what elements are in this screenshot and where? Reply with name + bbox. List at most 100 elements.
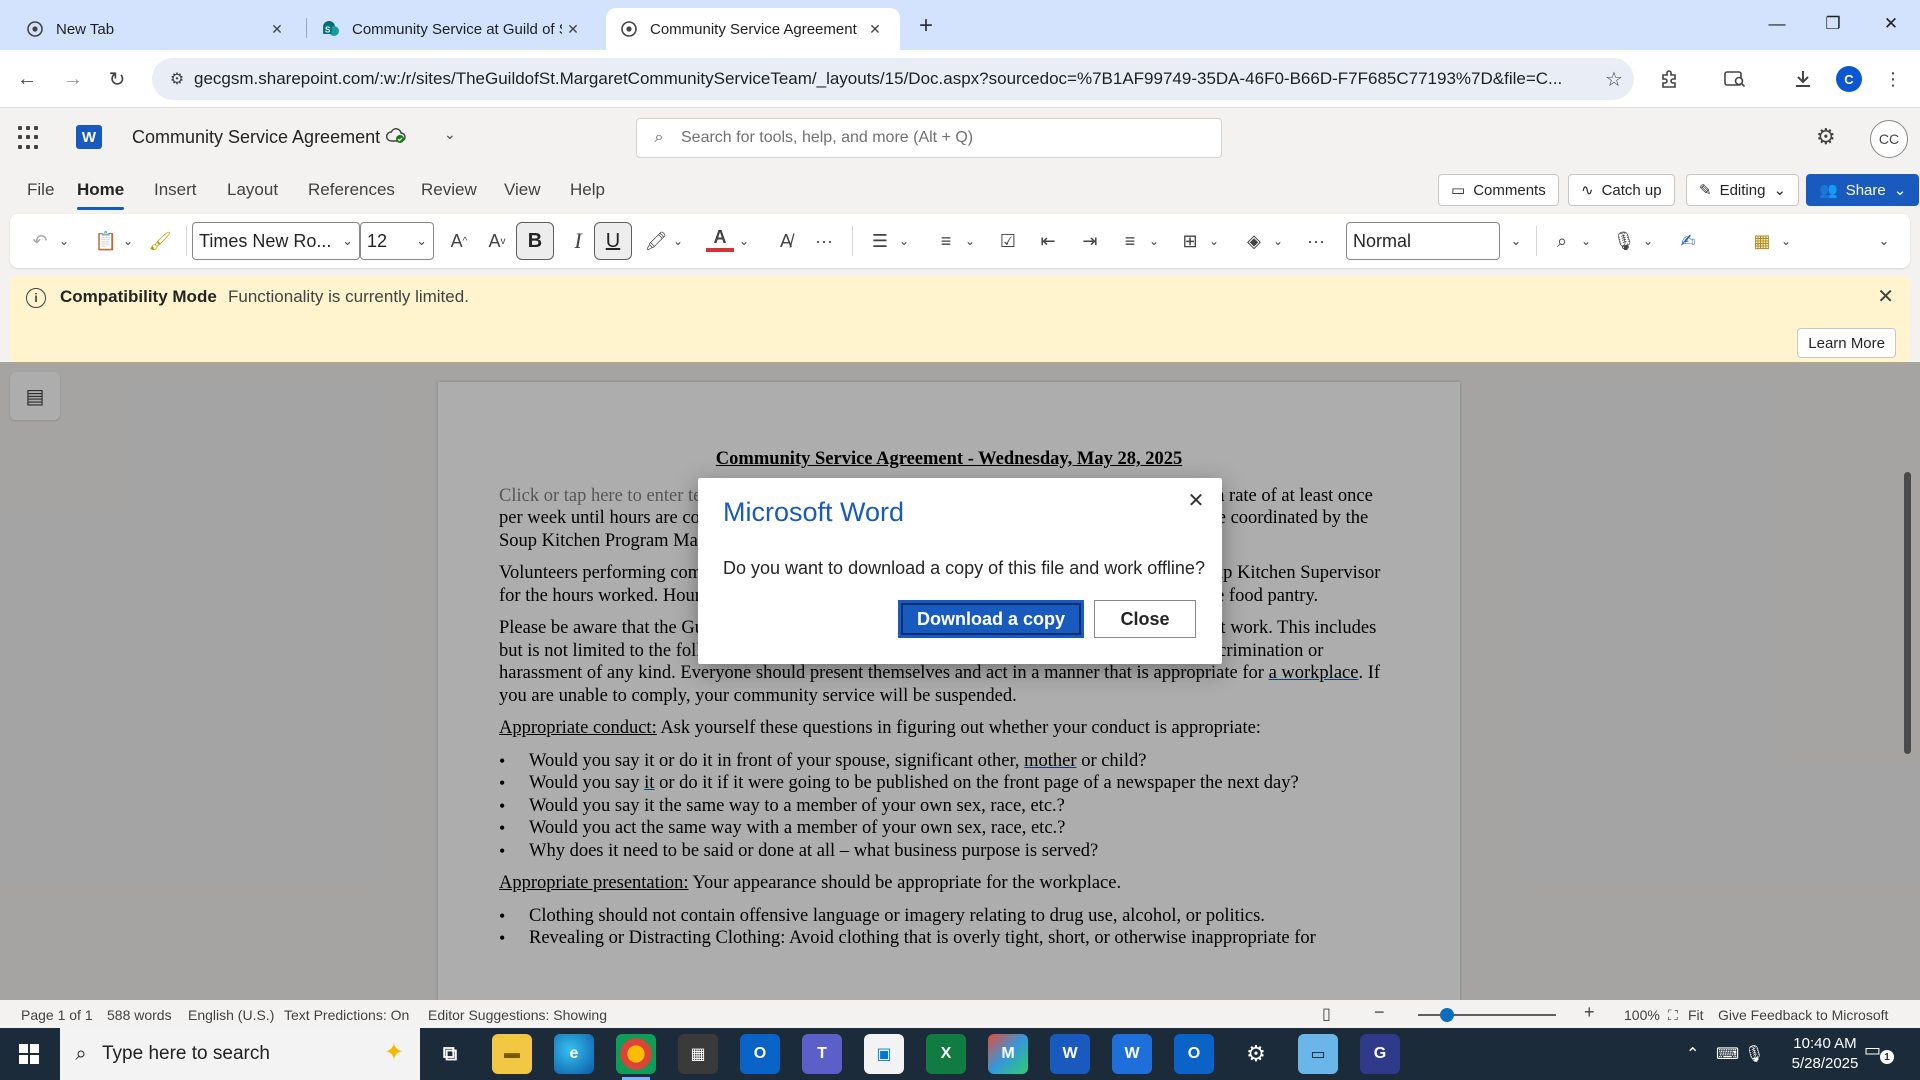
notification-center-icon[interactable]: ▭ 1: [1864, 1040, 1894, 1064]
search-box[interactable]: ⌕ Search for tools, help, and more (Alt …: [636, 118, 1222, 158]
tab-help[interactable]: Help: [570, 180, 605, 200]
taskbar-search[interactable]: ⌕ Type here to search ✦: [60, 1028, 420, 1080]
tab-file[interactable]: File: [27, 180, 54, 200]
close-icon[interactable]: ✕: [266, 18, 288, 40]
undo-icon[interactable]: ↶: [26, 226, 54, 256]
more-font-options-icon[interactable]: ···: [810, 226, 838, 256]
settings-icon[interactable]: ⚙: [1236, 1034, 1276, 1074]
chevron-down-icon[interactable]: ⌄: [1578, 226, 1594, 256]
chevron-down-icon[interactable]: ⌄: [1206, 226, 1222, 256]
font-name-select[interactable]: Times New Ro... ⌄: [192, 222, 360, 260]
share-button[interactable]: 👥 Share ⌄: [1806, 174, 1920, 206]
tab-layout[interactable]: Layout: [227, 180, 278, 200]
feedback-link[interactable]: Give Feedback to Microsoft: [1718, 1007, 1888, 1023]
tab-new-tab[interactable]: New Tab ✕: [12, 8, 302, 50]
extensions-icon[interactable]: [1652, 62, 1686, 96]
back-button[interactable]: ←: [10, 62, 44, 96]
chevron-down-icon[interactable]: ⌄: [1270, 226, 1286, 256]
system-clock[interactable]: 10:40 AM 5/28/2025: [1775, 1034, 1875, 1074]
word-taskbar-icon[interactable]: W: [1050, 1034, 1090, 1074]
zoom-level[interactable]: 100%: [1624, 1007, 1660, 1023]
align-icon[interactable]: ≡: [1116, 226, 1144, 256]
browser-menu-icon[interactable]: ⋮: [1876, 62, 1910, 96]
zoom-slider-knob[interactable]: [1440, 1008, 1454, 1022]
new-tab-button[interactable]: +: [912, 12, 940, 40]
close-button[interactable]: Close: [1094, 600, 1196, 638]
tab-insert[interactable]: Insert: [154, 180, 197, 200]
document-title[interactable]: Community Service Agreement: [132, 127, 380, 148]
chevron-down-icon[interactable]: ⌄: [1504, 226, 1528, 256]
learn-more-button[interactable]: Learn More: [1797, 328, 1896, 358]
chevron-down-icon[interactable]: ⌄: [1778, 226, 1794, 256]
chevron-down-icon[interactable]: ⌄: [444, 126, 456, 143]
dictate-microphone-icon[interactable]: 🎙: [1610, 226, 1638, 256]
close-icon[interactable]: ✕: [1877, 284, 1894, 309]
tab-references[interactable]: References: [308, 180, 395, 200]
tab-community-service-agreement[interactable]: Community Service Agreement ✕: [606, 8, 900, 50]
word-count[interactable]: 588 words: [107, 1007, 172, 1023]
add-ins-icon[interactable]: ▦: [1748, 226, 1776, 256]
tab-search-icon[interactable]: [1718, 62, 1752, 96]
find-icon[interactable]: ⌕: [1548, 226, 1576, 256]
tab-home[interactable]: Home: [77, 180, 125, 210]
style-select[interactable]: Normal: [1346, 222, 1500, 260]
app-launcher-icon[interactable]: [18, 126, 42, 150]
zoom-slider[interactable]: [1418, 1014, 1556, 1016]
close-icon[interactable]: ✕: [562, 18, 584, 40]
highlight-icon[interactable]: 🖍: [642, 226, 670, 256]
language-status[interactable]: English (U.S.): [188, 1007, 274, 1023]
settings-gear-icon[interactable]: ⚙: [1816, 124, 1836, 150]
chevron-down-icon[interactable]: ⌄: [1640, 226, 1656, 256]
shading-icon[interactable]: ◈: [1240, 226, 1268, 256]
calculator-icon[interactable]: ▦: [678, 1034, 718, 1074]
reload-button[interactable]: ↻: [100, 62, 134, 96]
borders-icon[interactable]: ⊞: [1176, 226, 1204, 256]
cloud-saved-icon[interactable]: [385, 126, 407, 149]
forward-button[interactable]: →: [56, 62, 90, 96]
shrink-font-icon[interactable]: Av: [480, 226, 514, 256]
italic-button[interactable]: I: [564, 226, 592, 256]
outlook-mail-icon[interactable]: O: [1174, 1034, 1214, 1074]
close-icon[interactable]: ✕: [1182, 486, 1210, 514]
close-icon[interactable]: ✕: [864, 18, 886, 40]
profile-avatar[interactable]: C: [1836, 66, 1862, 92]
show-hidden-icons[interactable]: ⌃: [1686, 1028, 1699, 1080]
control-panel-icon[interactable]: ▭: [1298, 1034, 1338, 1074]
teams-icon[interactable]: T: [802, 1034, 842, 1074]
url-text[interactable]: gecgsm.sharepoint.com/:w:/r/sites/TheGui…: [194, 69, 1594, 89]
format-painter-icon[interactable]: 🖌: [146, 226, 174, 256]
increase-indent-icon[interactable]: ⇥: [1076, 226, 1104, 256]
chevron-down-icon[interactable]: ⌄: [120, 226, 136, 256]
start-button[interactable]: [0, 1028, 58, 1080]
file-explorer-icon[interactable]: ▬: [492, 1034, 532, 1074]
fit-button[interactable]: Fit: [1688, 1007, 1704, 1023]
bullets-icon[interactable]: ☰: [866, 226, 894, 256]
font-color-icon[interactable]: A: [706, 226, 734, 252]
outlook-icon[interactable]: O: [740, 1034, 780, 1074]
site-info-icon[interactable]: ⚙: [160, 69, 194, 89]
editor-icon[interactable]: ✍: [1674, 226, 1702, 256]
store-icon[interactable]: ▣: [864, 1034, 904, 1074]
fit-icon[interactable]: ⛶: [1668, 1007, 1678, 1024]
chevron-down-icon[interactable]: ⌄: [1146, 226, 1162, 256]
chevron-down-icon[interactable]: ⌄: [56, 226, 72, 256]
minimize-button[interactable]: —: [1752, 6, 1802, 42]
more-paragraph-options-icon[interactable]: ···: [1302, 226, 1330, 256]
meet-now-icon[interactable]: ⌨: [1716, 1028, 1739, 1080]
chevron-down-icon[interactable]: ⌄: [896, 226, 912, 256]
close-window-button[interactable]: ✕: [1866, 6, 1916, 42]
grow-font-icon[interactable]: A ^: [442, 226, 476, 256]
webex-icon[interactable]: W: [1112, 1034, 1152, 1074]
bold-button[interactable]: B: [516, 222, 554, 260]
decrease-indent-icon[interactable]: ⇤: [1034, 226, 1062, 256]
download-copy-button[interactable]: Download a copy: [898, 600, 1084, 638]
user-avatar[interactable]: CC: [1870, 120, 1908, 158]
checklist-icon[interactable]: ☑: [994, 226, 1022, 256]
editor-suggestions-status[interactable]: Editor Suggestions: Showing: [428, 1007, 607, 1023]
chevron-down-icon[interactable]: ⌄: [736, 226, 752, 256]
download-icon[interactable]: [1786, 62, 1820, 96]
comments-button[interactable]: ▭ Comments: [1438, 174, 1559, 206]
excel-icon[interactable]: X: [926, 1034, 966, 1074]
tab-community-service-guild[interactable]: S Community Service at Guild of St. Marg…: [308, 8, 598, 50]
tab-review[interactable]: Review: [421, 180, 477, 200]
